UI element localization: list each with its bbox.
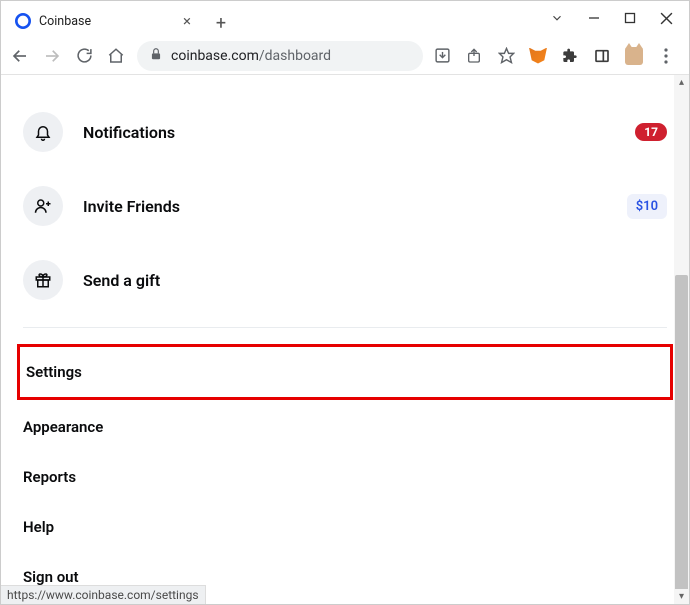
nav-item-gift[interactable]: Send a gift bbox=[23, 243, 667, 317]
address-bar[interactable]: coinbase.com/dashboard bbox=[137, 41, 423, 71]
back-button[interactable] bbox=[9, 45, 31, 67]
settings-label: Settings bbox=[26, 363, 82, 381]
reports-label: Reports bbox=[23, 468, 76, 486]
close-window-icon[interactable] bbox=[660, 12, 673, 25]
bell-icon bbox=[23, 112, 63, 152]
extensions-icon[interactable] bbox=[561, 47, 579, 65]
nav-item-reports[interactable]: Reports bbox=[23, 452, 667, 502]
appearance-label: Appearance bbox=[23, 418, 103, 436]
scroll-down-arrow[interactable]: ▾ bbox=[674, 589, 689, 604]
nav-item-settings[interactable]: Settings bbox=[26, 347, 664, 397]
notifications-label: Notifications bbox=[83, 123, 175, 142]
sidepanel-icon[interactable] bbox=[593, 47, 611, 65]
nav-item-help[interactable]: Help bbox=[23, 502, 667, 552]
scrollbar[interactable]: ▴ ▾ bbox=[674, 75, 689, 604]
scrollbar-thumb[interactable] bbox=[675, 275, 688, 595]
nav-item-notifications[interactable]: Notifications 17 bbox=[23, 95, 667, 169]
invite-label: Invite Friends bbox=[83, 197, 180, 216]
new-tab-button[interactable]: + bbox=[207, 9, 235, 37]
lock-icon bbox=[149, 46, 163, 65]
browser-toolbar: coinbase.com/dashboard bbox=[1, 37, 689, 75]
signout-label: Sign out bbox=[23, 568, 79, 586]
invite-icon bbox=[23, 186, 63, 226]
help-label: Help bbox=[23, 518, 54, 536]
share-icon[interactable] bbox=[465, 47, 483, 65]
toolbar-right bbox=[433, 47, 681, 65]
status-bar: https://www.coinbase.com/settings bbox=[1, 585, 206, 604]
install-icon[interactable] bbox=[433, 47, 451, 65]
gift-label: Send a gift bbox=[83, 271, 160, 290]
kebab-menu-icon[interactable] bbox=[657, 47, 675, 65]
nav-item-appearance[interactable]: Appearance bbox=[23, 402, 667, 452]
gift-icon bbox=[23, 260, 63, 300]
close-tab-icon[interactable]: × bbox=[183, 12, 191, 30]
scroll-up-arrow[interactable]: ▴ bbox=[674, 75, 689, 90]
window-controls bbox=[550, 1, 689, 35]
browser-tab[interactable]: Coinbase × bbox=[3, 5, 203, 37]
tab-title: Coinbase bbox=[39, 14, 91, 29]
notifications-badge: 17 bbox=[635, 123, 667, 141]
coinbase-favicon bbox=[15, 13, 31, 29]
maximize-icon[interactable] bbox=[624, 12, 636, 24]
forward-button bbox=[41, 45, 63, 67]
minimize-icon[interactable] bbox=[588, 12, 600, 24]
url-text: coinbase.com/dashboard bbox=[171, 48, 411, 64]
callout-highlight: Settings bbox=[17, 344, 673, 400]
chevron-down-icon[interactable] bbox=[550, 11, 564, 25]
profile-avatar[interactable] bbox=[625, 47, 643, 65]
page-content: Notifications 17 Invite Friends $10 Send… bbox=[1, 75, 689, 602]
invite-badge: $10 bbox=[627, 194, 667, 219]
nav-item-invite[interactable]: Invite Friends $10 bbox=[23, 169, 667, 243]
reload-button[interactable] bbox=[73, 45, 95, 67]
metamask-extension-icon[interactable] bbox=[529, 47, 547, 65]
page-viewport: Notifications 17 Invite Friends $10 Send… bbox=[1, 75, 689, 604]
home-button[interactable] bbox=[105, 45, 127, 67]
bookmark-star-icon[interactable] bbox=[497, 47, 515, 65]
